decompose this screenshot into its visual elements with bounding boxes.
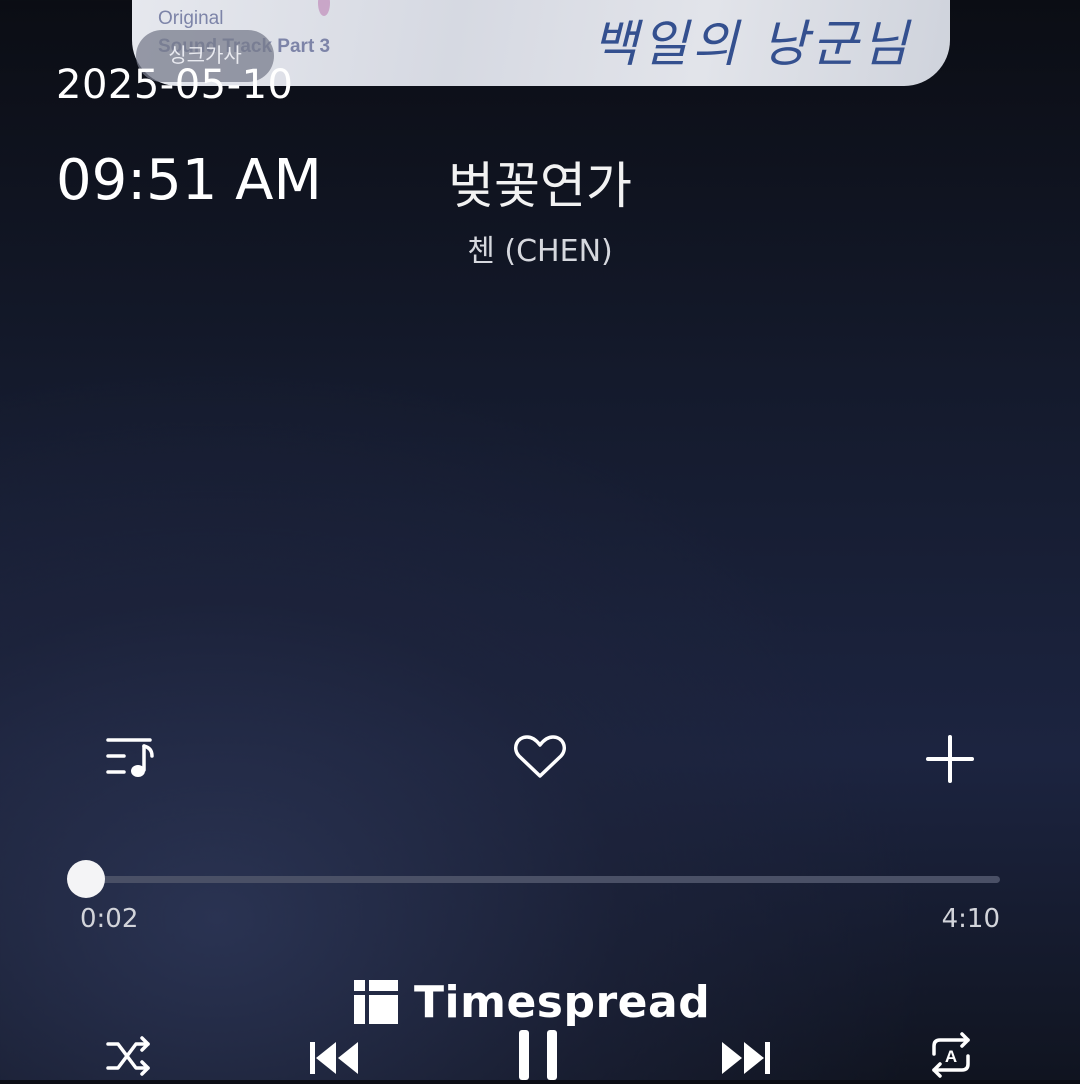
svg-text:A: A — [945, 1047, 957, 1066]
playlist-icon[interactable] — [104, 734, 156, 780]
pause-icon[interactable] — [515, 1026, 565, 1080]
total-duration: 4:10 — [941, 904, 1000, 934]
skip-previous-icon[interactable] — [308, 1032, 360, 1080]
track-artist[interactable]: 첸 (CHEN) — [340, 226, 740, 270]
skip-next-icon[interactable] — [720, 1032, 772, 1080]
track-title: 벚꽃연가 — [448, 157, 632, 215]
album-art-title: 백일의 낭군님 — [592, 15, 912, 73]
heart-icon[interactable] — [513, 734, 567, 780]
watermark-text: Timespread — [414, 976, 711, 1028]
album-art-line1: Original — [158, 8, 224, 29]
timestamp-time: 09:51 AM — [56, 148, 322, 213]
shuffle-icon[interactable] — [106, 1032, 156, 1080]
plus-icon[interactable] — [925, 734, 975, 784]
timestamp-date: 2025-05-10 — [56, 62, 294, 108]
timespread-logo-icon — [354, 980, 398, 1024]
watermark: Timespread — [354, 976, 710, 1028]
album-art-petal — [318, 0, 330, 16]
repeat-icon[interactable]: A — [926, 1030, 976, 1080]
elapsed-time: 0:02 — [80, 904, 139, 934]
progress-bar[interactable] — [86, 876, 1000, 883]
progress-thumb[interactable] — [67, 860, 105, 898]
